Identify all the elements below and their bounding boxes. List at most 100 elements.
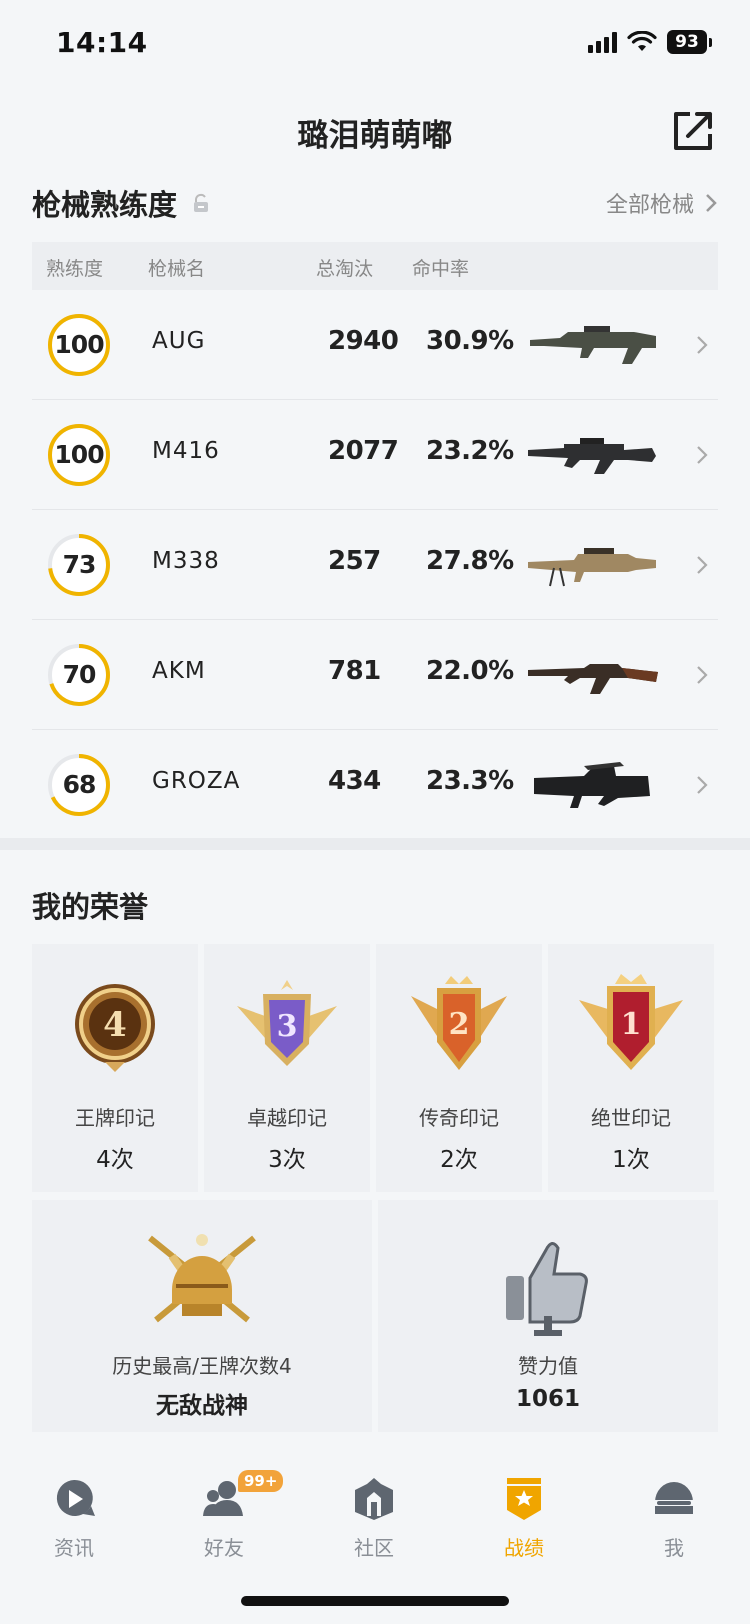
honor-card-legend[interactable]: 2 传奇印记 2次: [376, 944, 542, 1192]
weapon-row[interactable]: 100 AUG 2940 30.9%: [32, 290, 718, 400]
tab-label: 好友: [204, 1536, 244, 1560]
all-weapons-label: 全部枪械: [605, 193, 694, 218]
honor-card-ace[interactable]: 4 王牌印记 4次: [32, 944, 198, 1192]
weapon-accuracy: 23.3%: [426, 766, 514, 796]
page-title: 璐泪萌萌嘟: [297, 118, 453, 154]
friends-badge: 99+: [238, 1470, 284, 1492]
tab-community[interactable]: 社区: [314, 1476, 434, 1576]
likes-card[interactable]: 赞力值 1061: [378, 1200, 718, 1432]
table-header: 熟练度 枪械名 总淘汰 命中率: [32, 242, 718, 290]
column-accuracy: 命中率: [412, 258, 470, 280]
honor-grid: 4 王牌印记 4次 3 卓越印记 3次 2 传奇印记 2次 1 绝世印记 1次: [32, 944, 718, 1192]
likes-value: 1061: [515, 1386, 580, 1412]
proficiency-value: 100: [54, 440, 104, 469]
weapon-section-header: 枪械熟练度 全部枪械: [32, 178, 718, 228]
honor-name: 王牌印记: [75, 1106, 155, 1130]
chevron-right-icon: [697, 336, 708, 354]
likes-label: 赞力值: [518, 1354, 578, 1378]
tab-news[interactable]: 资讯: [14, 1476, 134, 1576]
tab-me[interactable]: 我: [614, 1476, 734, 1576]
stat-grid: 历史最高/王牌次数4 无敌战神 赞力值 1061: [32, 1200, 718, 1432]
groza-rifle-icon: [534, 762, 650, 808]
weapon-table: 熟练度 枪械名 总淘汰 命中率 100 AUG 2940 30.9% 100 M416 20…: [32, 242, 718, 840]
honor-name: 绝世印记: [591, 1106, 671, 1130]
column-proficiency: 熟练度: [46, 258, 104, 280]
honor-card-excellence[interactable]: 3 卓越印记 3次: [204, 944, 370, 1192]
proficiency-value: 70: [62, 660, 97, 689]
tab-record[interactable]: 战绩: [464, 1476, 584, 1576]
helmet-icon: [653, 1482, 695, 1514]
highest-tier-label: 历史最高/王牌次数4: [112, 1354, 292, 1378]
weapon-kills: 781: [328, 656, 381, 686]
battery-level: 93: [667, 30, 707, 54]
news-play-icon: [56, 1479, 95, 1516]
column-name: 枪械名: [148, 258, 206, 280]
weapon-row[interactable]: 100 M416 2077 23.2%: [32, 400, 718, 510]
status-indicators: 93: [588, 30, 712, 54]
weapon-accuracy: 27.8%: [426, 546, 514, 576]
weapon-accuracy: 23.2%: [426, 436, 514, 466]
weapon-kills: 257: [328, 546, 381, 576]
weapon-row[interactable]: 73 M338 257 27.8%: [32, 510, 718, 620]
weapon-row[interactable]: 68 GROZA 434 23.3%: [32, 730, 718, 840]
honor-name: 传奇印记: [419, 1106, 499, 1130]
chevron-right-icon: [697, 446, 708, 464]
home-indicator: [241, 1596, 509, 1606]
m416-rifle-icon: [528, 438, 656, 474]
chevron-right-icon: [697, 666, 708, 684]
svg-text:3: 3: [277, 1009, 298, 1044]
all-weapons-link[interactable]: 全部枪械: [606, 187, 718, 219]
weapon-kills: 434: [328, 766, 381, 796]
proficiency-value: 100: [54, 330, 104, 359]
svg-text:2: 2: [449, 1007, 470, 1042]
excellence-badge-icon: 3: [237, 980, 337, 1066]
honor-count: 4次: [96, 1147, 134, 1173]
weapon-name: GROZA: [152, 768, 241, 794]
weapon-name: AKM: [152, 658, 206, 684]
peerless-badge-icon: 1: [579, 974, 683, 1070]
section-divider: [0, 838, 750, 850]
tab-label: 资讯: [54, 1536, 94, 1560]
weapon-kills: 2077: [328, 436, 399, 466]
proficiency-value: 68: [62, 770, 97, 799]
tab-friends[interactable]: 好友 99+: [164, 1470, 284, 1576]
akm-rifle-icon: [528, 664, 658, 694]
community-icon: [355, 1478, 393, 1520]
battery-icon: 93: [667, 30, 712, 54]
weapon-kills: 2940: [328, 326, 399, 356]
aug-rifle-icon: [530, 326, 656, 364]
ace-badge-icon: 4: [75, 984, 155, 1072]
highest-tier-card[interactable]: 历史最高/王牌次数4 无敌战神: [32, 1200, 372, 1432]
record-badge-icon: [507, 1478, 541, 1520]
tab-label: 战绩: [504, 1536, 544, 1560]
column-kills: 总淘汰: [316, 258, 374, 280]
honor-count: 1次: [612, 1147, 650, 1173]
honor-name: 卓越印记: [247, 1106, 327, 1130]
svg-text:4: 4: [103, 1005, 127, 1045]
weapon-name: M416: [152, 438, 220, 464]
wifi-icon: [627, 31, 657, 51]
m338-gun-icon: [528, 548, 656, 587]
weapon-name: M338: [152, 548, 220, 574]
legend-badge-icon: 2: [411, 976, 507, 1070]
status-time: 14:14: [56, 26, 148, 59]
weapon-row[interactable]: 70 AKM 781 22.0%: [32, 620, 718, 730]
status-bar: 14:14 93: [0, 0, 750, 90]
honor-count: 3次: [268, 1147, 306, 1173]
honor-card-peerless[interactable]: 1 绝世印记 1次: [548, 944, 714, 1192]
thumbs-up-icon: [506, 1242, 588, 1336]
lock-icon[interactable]: [191, 193, 211, 213]
svg-text:1: 1: [621, 1007, 642, 1042]
helmet-crest-icon: [148, 1234, 256, 1323]
tab-label: 社区: [354, 1536, 394, 1560]
chevron-right-icon: [697, 776, 708, 794]
proficiency-value: 73: [62, 550, 97, 579]
honor-title: 我的荣誉: [32, 890, 149, 924]
honor-count: 2次: [440, 1147, 478, 1173]
chevron-right-icon: [697, 556, 708, 574]
highest-tier-value: 无敌战神: [156, 1393, 248, 1419]
tab-label: 我: [664, 1536, 684, 1560]
chevron-right-icon: [706, 194, 717, 212]
share-icon[interactable]: [670, 108, 716, 154]
signal-icon: [588, 31, 617, 53]
